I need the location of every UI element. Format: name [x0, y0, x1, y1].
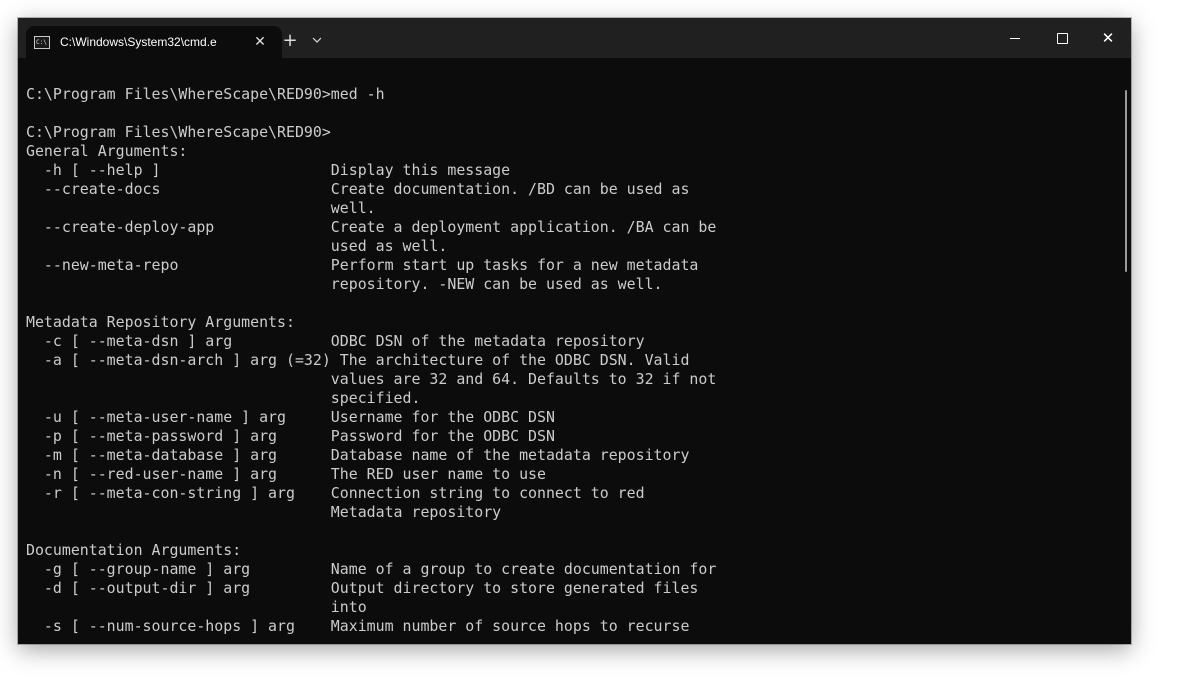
- terminal-line: Documentation Arguments:: [26, 541, 242, 559]
- tab-cmd[interactable]: C:\ C:\Windows\System32\cmd.e ✕: [26, 26, 282, 58]
- terminal-line: -m [ --meta-database ] arg Database name…: [26, 446, 690, 464]
- terminal-line: -c [ --meta-dsn ] arg ODBC DSN of the me…: [26, 332, 645, 350]
- terminal-line: C:\Program Files\WhereScape\RED90>: [26, 123, 331, 141]
- tab-title: C:\Windows\System32\cmd.e: [60, 35, 217, 49]
- terminal-line: -n [ --red-user-name ] arg The RED user …: [26, 465, 546, 483]
- terminal-line: used as well.: [26, 237, 448, 255]
- terminal-text: C:\Program Files\WhereScape\RED90>med -h…: [26, 85, 1111, 636]
- terminal-line: into: [26, 598, 367, 616]
- plus-icon[interactable]: +: [278, 29, 302, 53]
- terminal-line: C:\Program Files\WhereScape\RED90>med -h: [26, 85, 385, 103]
- cmd-icon: C:\: [34, 35, 50, 49]
- terminal-window: C:\ C:\Windows\System32\cmd.e ✕ + ✕ C:\P…: [18, 18, 1131, 644]
- terminal-line: -p [ --meta-password ] arg Password for …: [26, 427, 555, 445]
- maximize-button[interactable]: [1039, 18, 1085, 58]
- minimize-icon: [1010, 37, 1020, 39]
- terminal-line: values are 32 and 64. Defaults to 32 if …: [26, 370, 717, 388]
- terminal-line: well.: [26, 199, 376, 217]
- terminal-line: Metadata repository: [26, 503, 502, 521]
- terminal-line: General Arguments:: [26, 142, 188, 160]
- chevron-down-icon[interactable]: [306, 29, 328, 53]
- terminal-line: -s [ --num-source-hops ] arg Maximum num…: [26, 617, 690, 635]
- terminal-output[interactable]: C:\Program Files\WhereScape\RED90>med -h…: [18, 58, 1131, 644]
- terminal-line: -a [ --meta-dsn-arch ] arg (=32) The arc…: [26, 351, 690, 369]
- scrollbar[interactable]: [1125, 90, 1127, 272]
- terminal-line: -g [ --group-name ] arg Name of a group …: [26, 560, 717, 578]
- terminal-line: -d [ --output-dir ] arg Output directory…: [26, 579, 699, 597]
- terminal-line: specified.: [26, 389, 421, 407]
- terminal-line: repository. -NEW can be used as well.: [26, 275, 663, 293]
- terminal-line: -u [ --meta-user-name ] arg Username for…: [26, 408, 555, 426]
- terminal-line: --create-deploy-app Create a deployment …: [26, 218, 717, 236]
- terminal-line: -r [ --meta-con-string ] arg Connection …: [26, 484, 645, 502]
- close-icon: ✕: [1101, 28, 1115, 47]
- terminal-line: -h [ --help ] Display this message: [26, 161, 511, 179]
- terminal-line: --create-docs Create documentation. /BD …: [26, 180, 690, 198]
- minimize-button[interactable]: [992, 18, 1038, 58]
- terminal-line: Metadata Repository Arguments:: [26, 313, 295, 331]
- maximize-icon: [1056, 32, 1068, 44]
- title-bar: C:\ C:\Windows\System32\cmd.e ✕ + ✕: [18, 18, 1131, 58]
- terminal-line: --new-meta-repo Perform start up tasks f…: [26, 256, 699, 274]
- close-icon[interactable]: ✕: [250, 32, 270, 52]
- close-window-button[interactable]: ✕: [1085, 18, 1131, 58]
